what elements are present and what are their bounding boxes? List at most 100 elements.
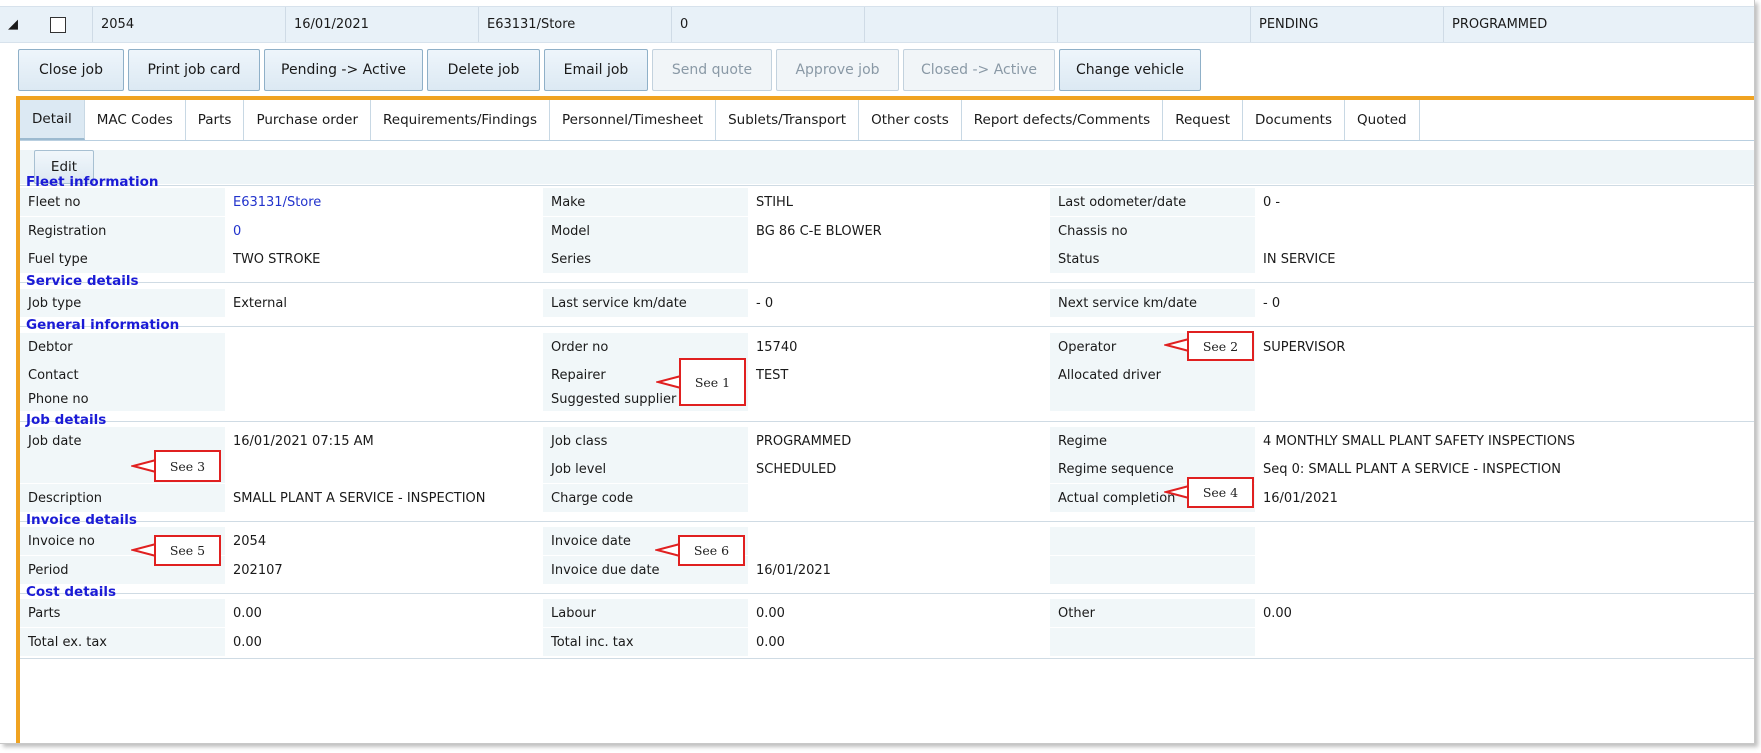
job-value: 0 (671, 7, 864, 42)
tab-parts[interactable]: Parts (185, 100, 245, 140)
detail-row: Registration 0 Model BG 86 C-E BLOWER Ch… (20, 217, 1754, 245)
job-status: PENDING (1250, 7, 1443, 42)
divider (20, 185, 1754, 186)
approve-job-button[interactable]: Approve job (776, 49, 899, 91)
detail-row: Parts 0.00 Labour 0.00 Other 0.00 (20, 599, 1754, 627)
field-label: Last odometer/date (1050, 188, 1255, 216)
field-value: - 0 (1263, 295, 1281, 311)
tab-requirements-findings[interactable]: Requirements/Findings (371, 100, 551, 140)
change-vehicle-button[interactable]: Change vehicle (1059, 49, 1201, 91)
field-value: SUPERVISOR (1263, 339, 1346, 355)
field-label: Debtor (20, 333, 225, 361)
field-value: 16/01/2021 (1263, 490, 1338, 506)
tab-request[interactable]: Request (1163, 100, 1244, 140)
field-label: Model (543, 217, 748, 245)
close-job-button[interactable]: Close job (18, 49, 124, 91)
field-label: Registration (20, 217, 225, 245)
tab-personnel-timesheet[interactable]: Personnel/Timesheet (550, 100, 717, 140)
tab-sublets-transport[interactable]: Sublets/Transport (716, 100, 860, 140)
field-label: Next service km/date (1050, 289, 1255, 317)
print-job-card-button[interactable]: Print job card (128, 49, 260, 91)
field-label: Series (543, 245, 748, 273)
divider (20, 326, 1754, 327)
field-label: Description (20, 484, 225, 512)
tab-quoted[interactable]: Quoted (1345, 100, 1420, 140)
detail-row: Description SMALL PLANT A SERVICE - INSP… (20, 484, 1754, 512)
field-label: Labour (543, 599, 748, 627)
section-title-invoice: Invoice details (26, 512, 137, 528)
field-label (1050, 527, 1255, 555)
field-label: Phone no (20, 387, 225, 411)
field-value (1255, 556, 1754, 584)
email-job-button[interactable]: Email job (544, 49, 648, 91)
field-value (225, 361, 543, 389)
closed-to-active-button[interactable]: Closed -> Active (903, 49, 1055, 91)
callout-see-1: See 1 (656, 358, 746, 408)
action-toolbar: Close job Print job card Pending -> Acti… (18, 49, 1201, 91)
callout-see-6: See 6 (655, 535, 747, 567)
registration-link[interactable]: 0 (225, 217, 543, 245)
field-value (225, 387, 543, 411)
job-no: 2054 (92, 7, 285, 42)
callout-label: See 5 (154, 535, 221, 566)
divider (20, 593, 1754, 594)
field-value: 16/01/2021 (756, 562, 831, 578)
tab-other-costs[interactable]: Other costs (859, 100, 962, 140)
collapse-icon[interactable]: ◢ (0, 7, 26, 42)
detail-row: Job type External Last service km/date -… (20, 289, 1754, 317)
callout-label: See 4 (1187, 477, 1254, 508)
field-value: 4 MONTHLY SMALL PLANT SAFETY INSPECTIONS (1263, 433, 1575, 449)
field-value (748, 245, 1050, 273)
field-value: TEST (756, 367, 789, 383)
field-value: 2054 (233, 533, 267, 549)
field-value (1255, 628, 1754, 656)
field-label: Total inc. tax (543, 628, 748, 656)
checkbox-icon[interactable] (50, 16, 66, 33)
empty-cell (1057, 7, 1250, 42)
job-row[interactable]: ◢ 2054 16/01/2021 E63131/Store 0 PENDING… (0, 6, 1754, 43)
field-label: Other (1050, 599, 1255, 627)
field-label: Status (1050, 245, 1255, 273)
field-value: BG 86 C-E BLOWER (756, 223, 882, 239)
divider (20, 282, 1754, 283)
tab-report-defects-comments[interactable]: Report defects/Comments (961, 100, 1164, 140)
callout-see-3: See 3 (131, 450, 223, 483)
field-value (1255, 217, 1754, 245)
send-quote-button[interactable]: Send quote (652, 49, 772, 91)
tab-bar: Detail MAC Codes Parts Purchase order Re… (20, 100, 1754, 141)
callout-see-4: See 4 (1164, 477, 1256, 509)
callout-label: See 2 (1187, 331, 1254, 361)
delete-job-button[interactable]: Delete job (427, 49, 540, 91)
field-label: Allocated driver (1050, 361, 1255, 389)
callout-label: See 6 (678, 535, 745, 566)
section-title-cost: Cost details (26, 584, 117, 600)
field-label: Job type (20, 289, 225, 317)
tab-purchase-order[interactable]: Purchase order (244, 100, 372, 140)
callout-label: See 3 (154, 450, 221, 482)
field-value: 0 - (1263, 194, 1281, 210)
field-value (1255, 387, 1754, 411)
detail-row: Total ex. tax 0.00 Total inc. tax 0.00 (20, 628, 1754, 656)
field-value: 0.00 (233, 634, 262, 650)
tab-mac-codes[interactable]: MAC Codes (84, 100, 186, 140)
field-value: SCHEDULED (756, 461, 837, 477)
field-label: Regime (1050, 427, 1255, 455)
field-label: Job class (543, 427, 748, 455)
field-label: Parts (20, 599, 225, 627)
fleet-no-link[interactable]: E63131/Store (225, 188, 543, 216)
edit-bar: Edit (20, 150, 1754, 184)
section-title-job: Job details (26, 412, 107, 428)
tab-detail[interactable]: Detail (20, 100, 85, 140)
field-value: IN SERVICE (1263, 251, 1336, 267)
detail-panel: Detail MAC Codes Parts Purchase order Re… (16, 96, 1754, 743)
callout-see-5: See 5 (131, 535, 223, 567)
row-checkbox[interactable] (26, 7, 92, 42)
empty-cell (864, 7, 1057, 42)
field-label: Make (543, 188, 748, 216)
detail-row: Debtor Order no 15740 Operator SUPERVISO… (20, 333, 1754, 361)
field-value (225, 333, 543, 361)
divider (20, 658, 1754, 659)
field-label: Fuel type (20, 245, 225, 273)
tab-documents[interactable]: Documents (1243, 100, 1346, 140)
pending-to-active-button[interactable]: Pending -> Active (264, 49, 423, 91)
